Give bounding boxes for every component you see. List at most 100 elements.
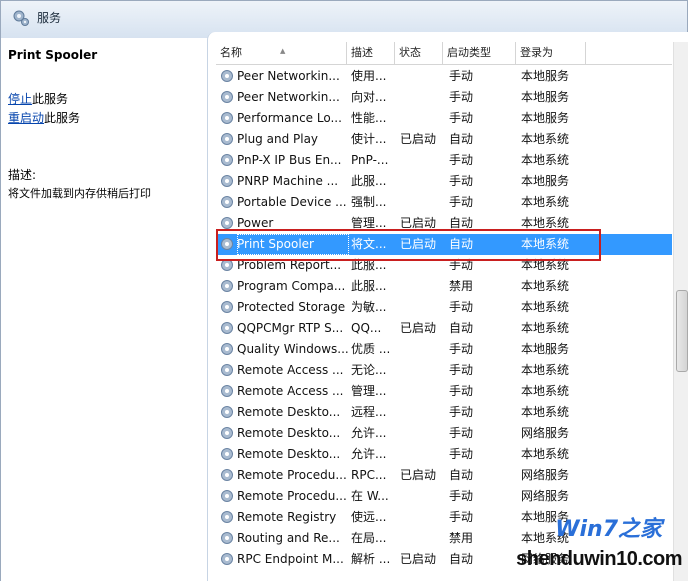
service-description-cell: 使计... bbox=[351, 132, 387, 146]
service-row[interactable]: Remote Access ... 管理... 手动 本地系统 bbox=[216, 381, 672, 402]
service-row[interactable]: QQPCMgr RTP S... QQ... 已启动 自动 本地系统 bbox=[216, 318, 672, 339]
service-startup-cell: 手动 bbox=[449, 489, 474, 503]
service-status-cell bbox=[400, 171, 446, 192]
service-row[interactable]: Quality Windows... 优质 ... 手动 本地服务 bbox=[216, 339, 672, 360]
service-logon-cell: 本地系统 bbox=[521, 258, 570, 272]
service-gear-icon bbox=[220, 363, 234, 377]
service-row[interactable]: Print Spooler 将文... 已启动 自动 本地系统 bbox=[216, 234, 672, 255]
watermark-site: shenduwin10.com bbox=[516, 548, 682, 570]
service-startup-cell: 自动 bbox=[449, 132, 474, 146]
restart-action: 重启动此服务 bbox=[8, 109, 80, 126]
vertical-scrollbar[interactable] bbox=[673, 42, 688, 581]
service-status-cell bbox=[400, 150, 446, 171]
watermark: Win7之家 shenduwin10.com bbox=[502, 511, 682, 571]
service-startup-cell: 手动 bbox=[449, 363, 474, 377]
service-status-cell bbox=[400, 528, 446, 549]
service-row[interactable]: Remote Procedu... RPC... 已启动 自动 网络服务 bbox=[216, 465, 672, 486]
service-row[interactable]: Remote Procedu... 在 W... 手动 网络服务 bbox=[216, 486, 672, 507]
service-startup-cell: 手动 bbox=[449, 447, 474, 461]
service-name-cell: Remote Deskto... bbox=[237, 405, 341, 419]
service-row[interactable]: PnP-X IP Bus En... PnP-... 手动 本地系统 bbox=[216, 150, 672, 171]
service-name-cell: Remote Deskto... bbox=[237, 426, 341, 440]
service-status-cell bbox=[400, 297, 446, 318]
service-logon-cell: 网络服务 bbox=[521, 426, 570, 440]
service-gear-icon bbox=[220, 510, 234, 524]
service-name-cell: QQPCMgr RTP S... bbox=[237, 321, 344, 335]
service-name-cell: Problem Report... bbox=[237, 258, 342, 272]
service-row[interactable]: Remote Deskto... 允许... 手动 本地系统 bbox=[216, 444, 672, 465]
sort-up-icon: ▲ bbox=[280, 47, 286, 55]
column-startup-type[interactable]: 启动类型 bbox=[443, 42, 516, 64]
service-gear-icon bbox=[220, 279, 234, 293]
service-logon-cell: 本地系统 bbox=[521, 321, 570, 335]
service-logon-cell: 本地系统 bbox=[521, 279, 570, 293]
service-row[interactable]: Remote Access ... 无论... 手动 本地系统 bbox=[216, 360, 672, 381]
stop-link[interactable]: 停止 bbox=[8, 92, 32, 106]
service-description-cell: 允许... bbox=[351, 426, 387, 440]
service-row[interactable]: Plug and Play 使计... 已启动 自动 本地系统 bbox=[216, 129, 672, 150]
column-logon-as[interactable]: 登录为 bbox=[516, 42, 586, 64]
restart-link[interactable]: 重启动 bbox=[8, 111, 44, 125]
service-gear-icon bbox=[220, 237, 234, 251]
column-startup-type-label: 启动类型 bbox=[447, 46, 491, 59]
column-description-label: 描述 bbox=[351, 46, 373, 59]
service-row[interactable]: Protected Storage 为敏... 手动 本地系统 bbox=[216, 297, 672, 318]
service-row[interactable]: Remote Deskto... 远程... 手动 本地系统 bbox=[216, 402, 672, 423]
service-logon-cell: 本地系统 bbox=[521, 447, 570, 461]
service-gear-icon bbox=[220, 426, 234, 440]
service-startup-cell: 手动 bbox=[449, 174, 474, 188]
services-gear-icon bbox=[13, 10, 29, 26]
service-logon-cell: 本地系统 bbox=[521, 363, 570, 377]
service-gear-icon bbox=[220, 468, 234, 482]
service-row[interactable]: Program Compa... 此服... 禁用 本地系统 bbox=[216, 276, 672, 297]
service-gear-icon bbox=[220, 342, 234, 356]
service-name-cell: Plug and Play bbox=[237, 132, 319, 146]
service-gear-icon bbox=[220, 153, 234, 167]
service-status-cell bbox=[400, 507, 446, 528]
service-status-cell bbox=[400, 87, 446, 108]
service-gear-icon bbox=[220, 174, 234, 188]
service-status-cell bbox=[400, 486, 446, 507]
service-description-cell: PnP-... bbox=[351, 153, 389, 167]
service-description-cell: 管理... bbox=[351, 216, 387, 230]
service-logon-cell: 本地系统 bbox=[521, 195, 570, 209]
service-gear-icon bbox=[220, 111, 234, 125]
service-row[interactable]: Portable Device ... 强制... 手动 本地系统 bbox=[216, 192, 672, 213]
service-gear-icon bbox=[220, 90, 234, 104]
service-row[interactable]: Problem Report... 此服... 手动 本地系统 bbox=[216, 255, 672, 276]
service-startup-cell: 手动 bbox=[449, 300, 474, 314]
service-startup-cell: 手动 bbox=[449, 405, 474, 419]
service-row[interactable]: Remote Deskto... 允许... 手动 网络服务 bbox=[216, 423, 672, 444]
service-row[interactable]: Performance Lo... 性能... 手动 本地服务 bbox=[216, 108, 672, 129]
service-status-cell bbox=[400, 66, 446, 87]
service-gear-icon bbox=[220, 132, 234, 146]
service-startup-cell: 自动 bbox=[449, 321, 474, 335]
service-row[interactable]: Peer Networkin... 向对... 手动 本地服务 bbox=[216, 87, 672, 108]
service-description-cell: 在 W... bbox=[351, 489, 389, 503]
service-description-cell: 强制... bbox=[351, 195, 387, 209]
service-logon-cell: 本地服务 bbox=[521, 111, 570, 125]
service-logon-cell: 本地系统 bbox=[521, 405, 570, 419]
service-row[interactable]: Power 管理... 已启动 自动 本地系统 bbox=[216, 213, 672, 234]
column-status[interactable]: 状态 bbox=[395, 42, 443, 64]
service-row[interactable]: Peer Networkin... 使用... 手动 本地服务 bbox=[216, 66, 672, 87]
service-description-cell: 将文... bbox=[351, 237, 387, 251]
service-gear-icon bbox=[220, 531, 234, 545]
service-name-cell: Protected Storage bbox=[237, 300, 346, 314]
column-name[interactable]: 名称 ▲ bbox=[216, 42, 347, 64]
service-gear-icon bbox=[220, 405, 234, 419]
service-startup-cell: 手动 bbox=[449, 90, 474, 104]
service-logon-cell: 本地系统 bbox=[521, 300, 570, 314]
service-row[interactable]: PNRP Machine ... 此服... 手动 本地服务 bbox=[216, 171, 672, 192]
scrollbar-thumb[interactable] bbox=[676, 290, 688, 372]
service-description-cell: 远程... bbox=[351, 405, 387, 419]
service-name-cell: Program Compa... bbox=[237, 279, 346, 293]
service-gear-icon bbox=[220, 216, 234, 230]
column-description[interactable]: 描述 bbox=[347, 42, 395, 64]
service-description-cell: 此服... bbox=[351, 258, 387, 272]
service-name-cell: RPC Endpoint M... bbox=[237, 552, 344, 566]
service-startup-cell: 手动 bbox=[449, 342, 474, 356]
service-gear-icon bbox=[220, 447, 234, 461]
service-logon-cell: 网络服务 bbox=[521, 489, 570, 503]
services-list-panel: 名称 ▲ 描述 状态 启动类型 登录为 Peer Networkin... 使用.… bbox=[207, 32, 688, 581]
